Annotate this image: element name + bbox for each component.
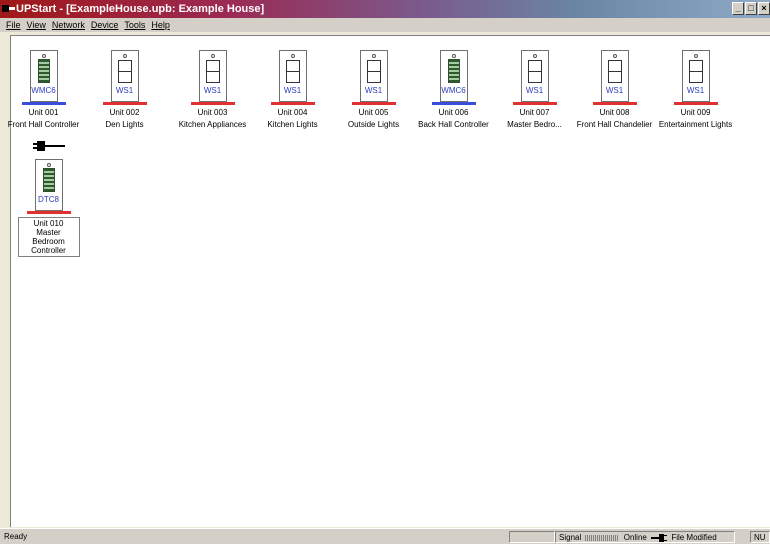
device-unit: Unit 001 [28, 108, 59, 117]
switch-icon: WS1 [681, 50, 710, 102]
menu-help[interactable]: Help [151, 18, 170, 32]
menu-view[interactable]: View [27, 18, 46, 32]
device-unit-002[interactable]: WS1 Unit 002 Den Lights [84, 50, 165, 129]
device-unit: Unit 008 [599, 108, 630, 117]
status-text: Ready [4, 532, 28, 541]
device-type-label: WS1 [364, 86, 383, 95]
app-window: UPStart - [ExampleHouse.upb: Example Hou… [0, 0, 770, 544]
device-name: Master Bedro... [507, 120, 562, 129]
plug-icon [651, 533, 668, 542]
device-unit: Unit 005 [358, 108, 389, 117]
app-icon [2, 5, 15, 12]
close-button[interactable]: × [758, 2, 770, 15]
device-unit: Unit 002 [109, 108, 140, 117]
device-type-label: WS1 [605, 86, 624, 95]
switch-icon: WS1 [359, 50, 388, 102]
device-unit-009[interactable]: WS1 Unit 009 Entertainment Lights [655, 50, 736, 129]
device-type-label: WMC6 [441, 86, 466, 95]
plug-icon [32, 141, 65, 151]
window-title: UPStart - [ExampleHouse.upb: Example Hou… [16, 3, 265, 15]
menu-file[interactable]: File [6, 18, 21, 32]
file-modified-label: File Modified [671, 533, 717, 542]
status-pane-signal: Signal Online File Modified [555, 531, 735, 543]
switch-icon: WS1 [520, 50, 549, 102]
status-pane-empty [509, 531, 555, 543]
device-name: Entertainment Lights [658, 120, 733, 129]
device-type-label: WMC6 [31, 86, 56, 95]
device-unit-007[interactable]: WS1 Unit 007 Master Bedro... [494, 50, 575, 129]
device-unit-010[interactable]: DTC8 Unit 010 Master Bedroom Controller [8, 140, 89, 258]
device-unit-004[interactable]: WS1 Unit 004 Kitchen Lights [252, 50, 333, 129]
switch-icon: WS1 [110, 50, 139, 102]
device-type-label: WS1 [686, 86, 705, 95]
keypad-icon: WMC6 [439, 50, 468, 102]
status-bar: Ready Signal Online File Modified NU [0, 528, 770, 544]
device-unit-001[interactable]: WMC6 Unit 001 Front Hall Controller [3, 50, 84, 129]
device-view[interactable]: WMC6 Unit 001 Front Hall Controller WS1 … [8, 35, 770, 527]
menu-bar: File View Network Device Tools Help [0, 18, 770, 32]
device-type-label: WS1 [283, 86, 302, 95]
device-type-label: WS1 [203, 86, 222, 95]
menu-network[interactable]: Network [52, 18, 85, 32]
signal-label: Signal [559, 533, 582, 542]
title-bar[interactable]: UPStart - [ExampleHouse.upb: Example Hou… [0, 0, 770, 18]
device-name: Front Hall Chandelier [576, 120, 653, 129]
device-unit-003[interactable]: WS1 Unit 003 Kitchen Appliances [172, 50, 253, 129]
device-name: Front Hall Controller [7, 120, 80, 129]
device-unit: Unit 010 [33, 219, 64, 228]
minimize-button[interactable]: _ [732, 2, 744, 15]
switch-icon: WS1 [278, 50, 307, 102]
switch-icon: WS1 [600, 50, 629, 102]
device-unit: Unit 009 [680, 108, 711, 117]
online-label: Online [623, 533, 647, 542]
switch-icon: WS1 [198, 50, 227, 102]
device-unit-006[interactable]: WMC6 Unit 006 Back Hall Controller [413, 50, 494, 129]
device-name: Kitchen Lights [267, 120, 318, 129]
device-name: Den Lights [105, 120, 144, 129]
device-name: Master Bedroom Controller [31, 228, 66, 255]
device-type-label: WS1 [115, 86, 134, 95]
keypad-icon: DTC8 [34, 159, 63, 211]
device-name: Kitchen Appliances [178, 120, 247, 129]
menu-tools[interactable]: Tools [124, 18, 145, 32]
device-unit-008[interactable]: WS1 Unit 008 Front Hall Chandelier [574, 50, 655, 129]
device-unit-005[interactable]: WS1 Unit 005 Outside Lights [333, 50, 414, 129]
device-unit: Unit 004 [277, 108, 308, 117]
maximize-button[interactable]: □ [745, 2, 757, 15]
device-type-label: WS1 [525, 86, 544, 95]
device-caption: Unit 010 Master Bedroom Controller [17, 217, 80, 257]
menu-device[interactable]: Device [91, 18, 119, 32]
device-type-label: DTC8 [38, 195, 59, 204]
window-controls: _ □ × [731, 2, 770, 16]
status-pane-num: NU [750, 531, 770, 543]
device-unit: Unit 003 [197, 108, 228, 117]
device-unit: Unit 007 [519, 108, 550, 117]
signal-meter [585, 534, 620, 541]
device-name: Back Hall Controller [418, 120, 489, 129]
device-name: Outside Lights [347, 120, 400, 129]
device-unit: Unit 006 [438, 108, 469, 117]
keypad-icon: WMC6 [29, 50, 58, 102]
